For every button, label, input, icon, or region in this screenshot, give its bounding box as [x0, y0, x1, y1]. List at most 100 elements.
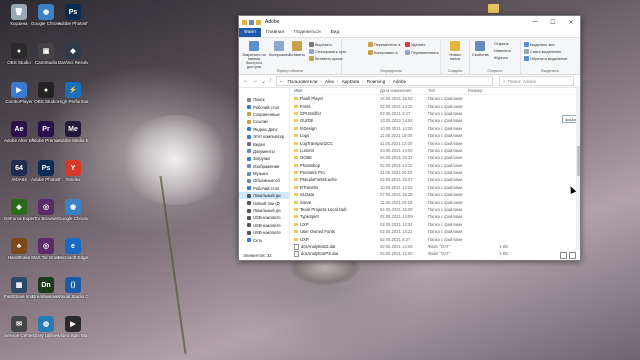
- sidebar-item[interactable]: Поиск: [239, 96, 289, 103]
- desktop-shortcut[interactable]: Y Yandex: [58, 160, 88, 182]
- new-folder-icon[interactable]: [256, 19, 261, 25]
- sidebar-item[interactable]: Локальный ди: [239, 207, 289, 214]
- desktop-shortcut[interactable]: ● OBS Studio: [31, 82, 61, 104]
- crumb-users[interactable]: Пользователи: [287, 79, 317, 84]
- sidebar-item[interactable]: Сеть: [239, 236, 289, 243]
- select-all-button[interactable]: Выделить все: [524, 42, 555, 47]
- file-row[interactable]: Lumetri 03.05.2021 14:00 Папка с файлами: [290, 147, 580, 154]
- tab-share[interactable]: Поделиться: [289, 28, 326, 37]
- sidebar-item[interactable]: Документы: [239, 148, 289, 155]
- invert-selection-button[interactable]: Обратить выделение: [524, 56, 568, 61]
- sidebar-item[interactable]: Ссылки: [239, 118, 289, 125]
- desktop-shortcut[interactable]: Dn Dreamweaver: [31, 277, 61, 299]
- crumb-appdata[interactable]: AppData: [341, 79, 359, 84]
- file-row[interactable]: Sonar 11.05.2021 19:19 Папка с файлами: [290, 198, 580, 205]
- desktop-shortcut[interactable]: ▶ ComboPlayer: [4, 82, 34, 104]
- desktop-shortcut[interactable]: PsAdobe Photoshop: [31, 160, 61, 182]
- copy-button[interactable]: Копировать: [269, 41, 289, 57]
- desktop-shortcut[interactable]: ♣ HandBrake: [4, 238, 34, 260]
- file-row[interactable]: GUIDE 13.05.2022 14:52 Папка с файлами: [290, 117, 580, 124]
- file-row[interactable]: OOBE 04.05.2021 18:27 Папка с файлами: [290, 154, 580, 161]
- sidebar-item[interactable]: USB-накопите: [239, 229, 289, 236]
- close-button[interactable]: ✕: [562, 16, 580, 28]
- up-arrow-icon[interactable]: ↑: [269, 78, 272, 85]
- paste-shortcut-button[interactable]: Вставить ярлык: [309, 56, 343, 61]
- sidebar-item[interactable]: Видео: [239, 140, 289, 147]
- sidebar-item[interactable]: Новый том (D: [239, 199, 289, 206]
- desktop-shortcut[interactable]: PrAdobe Premiere Pro: [31, 121, 61, 143]
- desktop-shortcut[interactable]: ⚡High Performance: [58, 82, 88, 104]
- desktop-shortcut[interactable]: ▶Video Spin Blaster: [58, 316, 88, 338]
- details-view-icon[interactable]: [560, 251, 567, 259]
- file-row[interactable]: RTransfer 10.05.2021 14:02 Папка с файлами: [290, 184, 580, 191]
- file-row[interactable]: PseudoFontsCache 02.05.2021 18:07 Папка с …: [290, 176, 580, 183]
- file-row[interactable]: User Owned Fonts 02.05.2021 14:22 Папка с …: [290, 228, 580, 235]
- desktop-shortcut[interactable]: ⟨⟩Visual Studio Code: [58, 277, 88, 299]
- file-row[interactable]: Team Projects Local Hub 04.05.2021 16:00 П…: [290, 206, 580, 213]
- file-row[interactable]: Flash Player 14.05.2021 16:52 Папка с файл…: [290, 95, 580, 102]
- file-row[interactable]: LogTransport2CC 11.05.2021 13:00 Папка с ф…: [290, 139, 580, 146]
- copy-path-button[interactable]: Скопировать путь: [309, 49, 346, 54]
- sidebar-item[interactable]: Локальный ди: [239, 192, 289, 200]
- desktop-shortcut[interactable]: ● OBS Studio: [4, 43, 34, 65]
- large-icons-view-icon[interactable]: [569, 251, 576, 259]
- search-input[interactable]: ⌕ Поиск: Adobe: [499, 76, 574, 86]
- file-row[interactable]: Photoshop 02.05.2021 14:22 Папка с файлами: [290, 162, 580, 169]
- sidebar-item[interactable]: Рабочий стол: [239, 103, 289, 110]
- sidebar-item[interactable]: Музыка: [239, 170, 289, 177]
- recent-chevron-icon[interactable]: ⌄: [261, 78, 266, 85]
- minimize-button[interactable]: —: [526, 16, 544, 28]
- delete-button[interactable]: Удалить: [405, 42, 426, 47]
- history-button[interactable]: Журнал: [494, 56, 508, 60]
- desktop-shortcut[interactable]: 64 AIDA64: [4, 160, 34, 182]
- open-button[interactable]: Открыть: [494, 42, 509, 46]
- sidebar-item[interactable]: Объемные об: [239, 177, 289, 184]
- sidebar-item[interactable]: Сохраненные: [239, 111, 289, 118]
- file-row[interactable]: TypeSpirit 02.05.2021 14:59 Папка с файлам…: [290, 213, 580, 220]
- sidebar-item[interactable]: Изображения: [239, 163, 289, 170]
- column-date[interactable]: Дата изменения: [380, 88, 428, 93]
- crumb-adobe[interactable]: Adobe: [393, 79, 406, 84]
- column-size[interactable]: Размер: [468, 88, 512, 93]
- desktop-folder-icon[interactable]: [488, 4, 499, 13]
- cut-button[interactable]: Вырезать: [309, 42, 332, 47]
- new-folder-button[interactable]: Новая папка: [444, 41, 466, 61]
- sidebar-item[interactable]: Этот компьютер: [239, 133, 289, 140]
- sidebar-item[interactable]: USB-накопите: [239, 222, 289, 229]
- desktop-shortcut[interactable]: MeAdobe Media Encoder: [58, 121, 88, 143]
- sidebar-item[interactable]: Яндекс.Диск: [239, 126, 289, 133]
- desktop-shortcut[interactable]: ◎ Tor Browser: [31, 199, 61, 221]
- desktop-shortcut[interactable]: AeAdobe After Effects CC: [4, 121, 34, 143]
- desktop-shortcut[interactable]: ◉ Google Chrome: [31, 4, 61, 26]
- copy-to-button[interactable]: Копировать в: [368, 50, 398, 55]
- file-row[interactable]: InDesign 10.05.2021 14:00 Папка с файлами: [290, 125, 580, 132]
- properties-icon[interactable]: [249, 19, 254, 25]
- sidebar-item[interactable]: Загрузки: [239, 155, 289, 162]
- file-row[interactable]: Premiere Pro 11.05.2021 20:19 Папка с файл…: [290, 169, 580, 176]
- tab-file[interactable]: Файл: [239, 28, 261, 37]
- file-row[interactable]: UXP 02.05.2021 8:27 Папка с файлами: [290, 235, 580, 242]
- desktop-shortcut[interactable]: ◈GeForce Experience: [4, 199, 34, 221]
- desktop-shortcut[interactable]: ▦FastStone Image: [4, 277, 34, 299]
- file-row[interactable]: UXP 02.05.2021 14:04 Папка с файлами: [290, 221, 580, 228]
- desktop-shortcut[interactable]: ◍ Glary Utilities: [31, 316, 61, 338]
- back-arrow-icon[interactable]: ←: [243, 78, 249, 85]
- pin-button[interactable]: Закрепить на панели быстрого доступа: [241, 41, 267, 69]
- crumb-roaming[interactable]: Roaming: [367, 79, 385, 84]
- edit-button[interactable]: Изменить: [494, 49, 511, 53]
- move-to-button[interactable]: Переместить в: [368, 42, 400, 47]
- desktop-shortcut[interactable]: 🗑 Корзина: [4, 4, 34, 26]
- maximize-button[interactable]: ☐: [544, 16, 562, 28]
- desktop-shortcut[interactable]: ◆ DaVinci Resolve: [58, 43, 88, 65]
- vertical-scrollbar[interactable]: [576, 86, 580, 250]
- forward-arrow-icon[interactable]: →: [252, 78, 258, 85]
- desktop-shortcut[interactable]: e Microsoft Edge: [58, 238, 88, 260]
- desktop-shortcut[interactable]: ◎Start Tor Browser: [31, 238, 61, 260]
- sidebar-item[interactable]: USB-накопите: [239, 214, 289, 221]
- paste-button[interactable]: Вставить: [289, 41, 305, 57]
- titlebar[interactable]: Adobe — ☐ ✕: [239, 16, 580, 28]
- desktop-shortcut[interactable]: ▣ CamStudio: [31, 43, 61, 65]
- tab-home[interactable]: Главная: [261, 28, 289, 37]
- properties-button[interactable]: Свойства: [472, 41, 489, 57]
- crumb-alex[interactable]: Alex: [325, 79, 334, 84]
